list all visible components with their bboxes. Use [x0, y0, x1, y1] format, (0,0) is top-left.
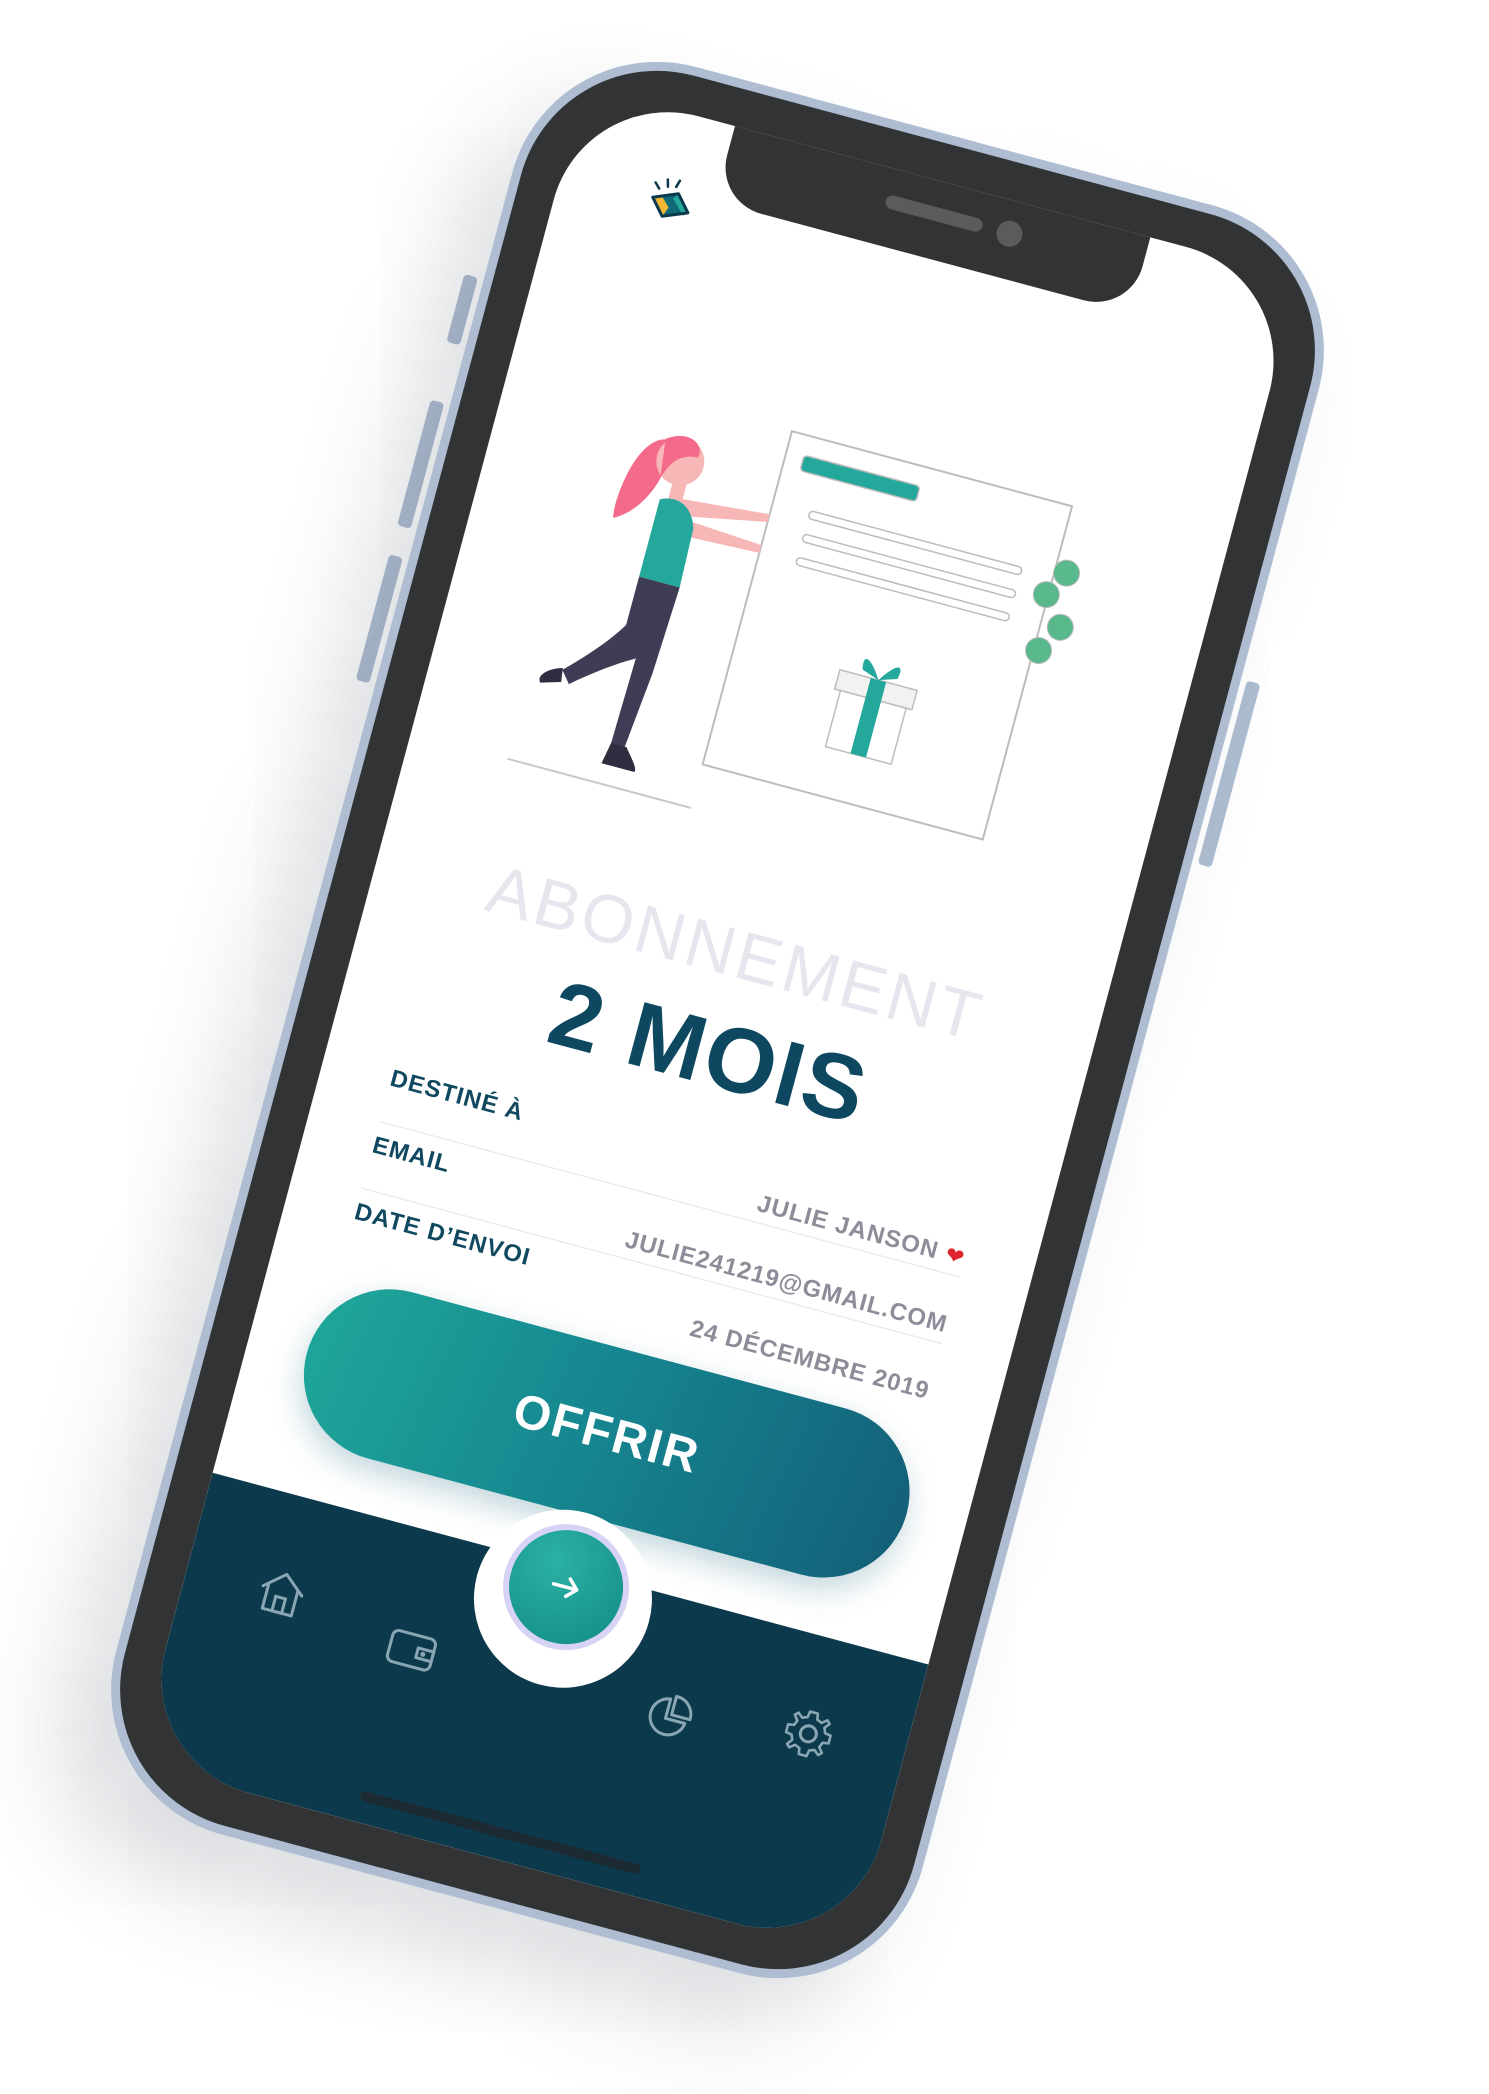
speaker-grille	[883, 193, 984, 234]
home-icon[interactable]	[248, 1558, 317, 1627]
phone-mockup: ABONNEMENT 2 MOIS DESTINÉ À JULIE JANSON…	[77, 28, 1358, 2012]
gift-card-board	[701, 429, 1074, 841]
wallet-icon[interactable]	[378, 1614, 447, 1683]
app-logo-icon	[651, 178, 690, 218]
front-camera	[993, 217, 1025, 250]
recipient-label: DESTINÉ À	[387, 1064, 527, 1127]
gear-icon[interactable]	[774, 1700, 843, 1769]
gift-card-illustration	[507, 429, 1081, 841]
app-screen: ABONNEMENT 2 MOIS DESTINÉ À JULIE JANSON…	[134, 85, 1301, 1955]
email-label: EMAIL	[369, 1131, 454, 1179]
pie-chart-icon[interactable]	[634, 1683, 703, 1752]
arrow-right-icon	[551, 1577, 578, 1598]
heart-icon: ❤	[942, 1241, 968, 1271]
phone-frame: ABONNEMENT 2 MOIS DESTINÉ À JULIE JANSON…	[77, 28, 1358, 2012]
phone-notch	[714, 122, 1151, 313]
home-indicator[interactable]	[358, 1789, 642, 1875]
